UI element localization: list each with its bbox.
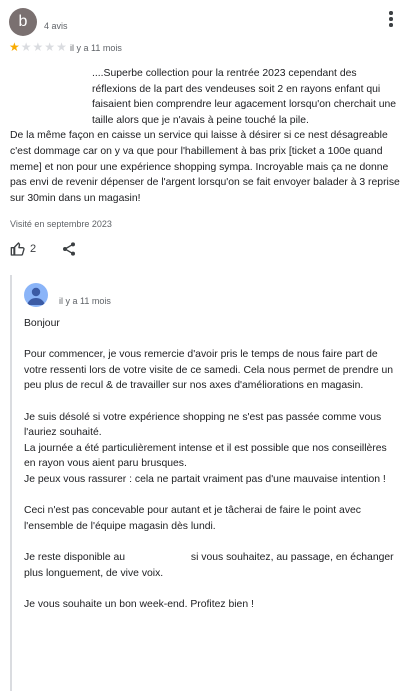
reply-divider	[10, 275, 12, 691]
review-paragraph-2: De la même façon en caisse un service qu…	[10, 130, 400, 204]
star-icon: ★	[20, 40, 32, 54]
reply-paragraph-5: Je vous souhaite un bon week-end. Profit…	[24, 598, 254, 610]
share-button[interactable]	[61, 241, 77, 262]
owner-avatar-icon	[27, 287, 45, 305]
review-date: il y a 11 mois	[70, 43, 122, 53]
reviewer-meta: 4 avis	[44, 21, 68, 31]
owner-reply: Bonjour Pour commencer, je vous remercie…	[24, 316, 400, 628]
reply-paragraph-3: Ceci n'est pas concevable pour autant et…	[24, 505, 362, 532]
review-text: ....Superbe collection pour la rentrée 2…	[10, 66, 400, 206]
reply-greeting: Bonjour	[24, 318, 60, 329]
reply-line-2a: Je suis désolé si votre expérience shopp…	[24, 411, 382, 439]
reply-paragraph-2: Je suis désolé si votre expérience shopp…	[24, 410, 400, 488]
share-icon	[63, 242, 75, 256]
reply-date: il y a 11 mois	[59, 296, 111, 306]
reply-paragraph-1: Pour commencer, je vous remercie d'avoir…	[24, 349, 394, 392]
rating-stars: ★ ★ ★ ★ ★	[9, 41, 67, 53]
review-paragraph-1: ....Superbe collection pour la rentrée 2…	[92, 68, 397, 126]
star-icon: ★	[44, 40, 56, 54]
thumb-up-icon	[10, 242, 25, 256]
reply-paragraph-4: Je reste disponible au si vous souhaitez…	[24, 550, 400, 581]
star-icon: ★	[56, 40, 67, 54]
visit-date: Visité en septembre 2023	[10, 219, 112, 229]
reply-line-2c: Je peux vous rassurer : cela ne partait …	[24, 473, 386, 485]
star-icon: ★	[9, 40, 20, 54]
reviewer-avatar[interactable]: b	[9, 8, 37, 36]
reply-line-2b: La journée a été particulièrement intens…	[24, 442, 387, 470]
owner-avatar	[24, 283, 48, 307]
more-vert-icon	[386, 11, 396, 27]
reply-line-4-start: Je reste disponible au	[24, 551, 126, 563]
like-count: 2	[30, 243, 37, 255]
more-options-button[interactable]	[386, 11, 396, 33]
star-icon: ★	[32, 40, 44, 54]
like-button[interactable]: 2	[10, 241, 36, 257]
